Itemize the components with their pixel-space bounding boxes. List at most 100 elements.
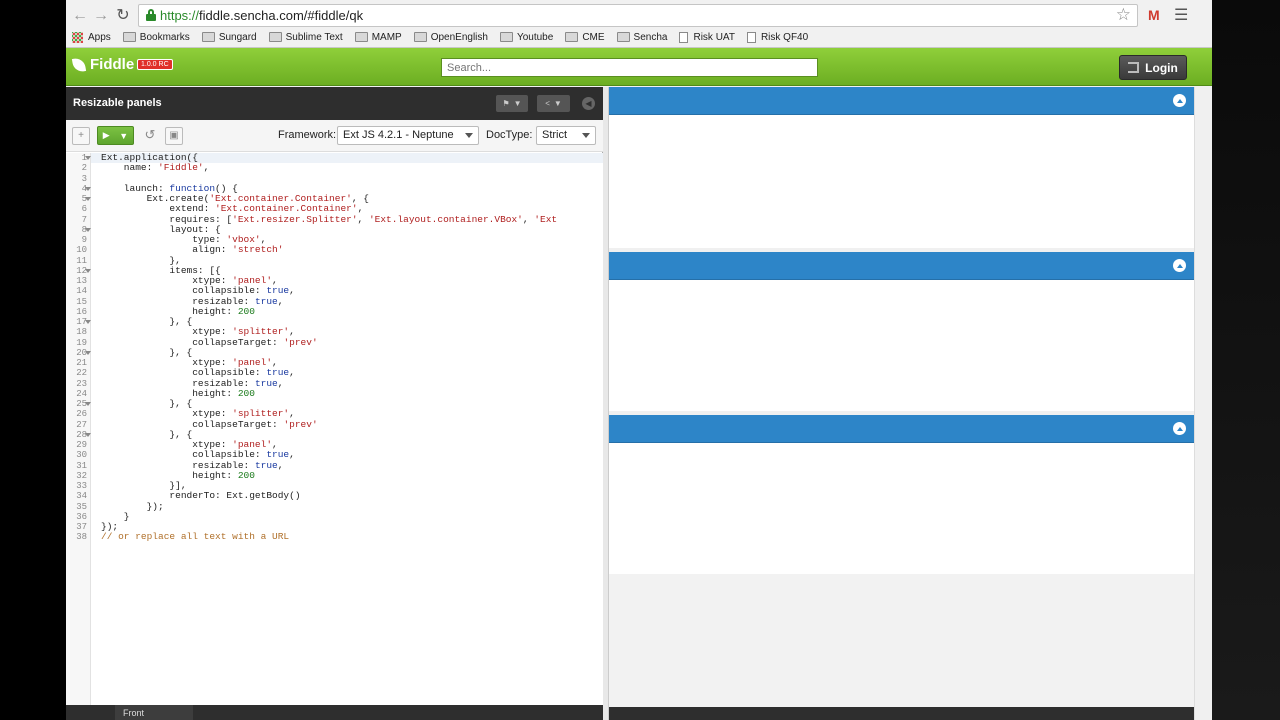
line-number: 31 — [76, 460, 87, 471]
code-line: collapsible: true, — [101, 285, 295, 297]
camera-icon[interactable]: ▣ — [165, 127, 183, 145]
chevron-down-icon — [582, 133, 590, 138]
line-number: 35 — [76, 501, 87, 512]
doctype-label: DocType: — [486, 129, 533, 141]
collapse-up-icon[interactable] — [1173, 259, 1186, 272]
code-editor[interactable]: 1 2 3 4 5 6 7 8 9 10 11 12 13 14 15 16 17 18 19 20 21 22 23 24 2… — [66, 153, 603, 705]
new-file-icon[interactable]: + — [72, 127, 90, 145]
preview-panel — [609, 252, 1194, 415]
line-number: 28 — [76, 429, 87, 440]
vertical-scrollbar[interactable] — [1194, 87, 1212, 720]
leaf-icon — [71, 56, 87, 73]
code-text[interactable]: Ext.application({ name: 'Fiddle', launch… — [101, 153, 557, 543]
flag-menu-button[interactable]: ⚑ ▼ — [496, 95, 528, 112]
line-number: 9 — [81, 235, 87, 245]
line-number: 11 — [76, 255, 87, 266]
bookmarks-bar: Apps Bookmarks Sungard Sublime Text MAMP Open… — [72, 29, 820, 45]
line-number: 30 — [76, 450, 87, 461]
preview-panel — [609, 415, 1194, 574]
fold-arrow-icon[interactable] — [85, 432, 91, 437]
fold-arrow-icon[interactable] — [85, 402, 91, 406]
line-number: 22 — [76, 368, 87, 379]
chevron-down-icon: ▼ — [119, 130, 129, 141]
menu-icon[interactable]: ☰ — [1174, 5, 1188, 25]
line-number: 10 — [76, 245, 87, 256]
doctype-select[interactable]: Strict — [536, 126, 596, 145]
editor-title-bar: Resizable panels ⚑ ▼ < ▼ ◀ — [66, 87, 603, 120]
bookmark-item[interactable]: Youtube — [499, 32, 553, 43]
back-arrow-icon[interactable]: ← — [70, 6, 90, 26]
code-line: xtype: 'splitter', — [101, 408, 295, 420]
collapse-icon[interactable]: ◀ — [582, 97, 595, 110]
code-line: name: 'Fiddle', — [101, 162, 210, 174]
desktop-background — [1212, 0, 1280, 720]
fold-arrow-icon[interactable] — [85, 320, 91, 324]
fold-arrow-icon[interactable] — [85, 186, 91, 191]
bookmark-label: Sublime Text — [285, 31, 343, 43]
share-icon: < — [545, 99, 550, 108]
line-number: 13 — [76, 276, 87, 286]
share-menu-button[interactable]: < ▼ — [537, 95, 570, 112]
bookmark-item[interactable]: Sungard — [201, 32, 257, 43]
framework-select[interactable]: Ext JS 4.2.1 - Neptune — [337, 126, 479, 145]
line-number: 1 — [81, 153, 87, 163]
code-line: collapsible: true, — [101, 367, 295, 379]
fiddle-logo[interactable]: Fiddle — [71, 56, 134, 73]
gmail-icon[interactable]: M — [1148, 7, 1160, 23]
bookmark-label: OpenEnglish — [430, 31, 488, 43]
flag-icon: ⚑ — [502, 99, 510, 108]
line-number: 2 — [81, 163, 87, 174]
collapse-up-icon[interactable] — [1173, 94, 1186, 107]
bookmark-item[interactable]: OpenEnglish — [413, 31, 488, 43]
line-number: 14 — [76, 286, 87, 297]
fold-arrow-icon[interactable] — [85, 197, 91, 201]
fold-arrow-icon[interactable] — [85, 227, 91, 232]
bookmark-item[interactable]: Risk QF40 — [746, 31, 808, 43]
tab-front[interactable]: Front — [115, 705, 193, 720]
fold-arrow-icon[interactable] — [85, 268, 91, 273]
line-number: 20 — [76, 347, 87, 358]
lock-icon — [146, 9, 156, 21]
line-number: 37 — [76, 522, 87, 532]
fiddle-header: Fiddle 1.0.0 RC Login — [66, 48, 1212, 86]
editor-panel: Resizable panels ⚑ ▼ < ▼ ◀ + ▶ ▼ ↺ ▣ Framew… — [66, 87, 603, 720]
line-number: 18 — [76, 327, 87, 338]
bookmark-label: Bookmarks — [139, 31, 190, 43]
address-bar[interactable]: https://fiddle.sencha.com/#fiddle/qk ☆ — [138, 4, 1138, 27]
collapse-up-icon[interactable] — [1173, 422, 1186, 435]
bookmark-label: Risk UAT — [693, 31, 735, 43]
bookmark-item[interactable]: Sublime Text — [268, 31, 343, 43]
fold-arrow-icon[interactable] — [85, 350, 91, 355]
folder-icon — [616, 32, 630, 42]
login-button[interactable]: Login — [1119, 55, 1187, 80]
bookmark-item[interactable]: CME — [565, 32, 605, 43]
bookmark-item[interactable]: MAMP — [354, 31, 402, 43]
folder-icon — [413, 32, 427, 42]
bookmark-star-icon[interactable]: ☆ — [1116, 5, 1131, 25]
editor-toolbar: + ▶ ▼ ↺ ▣ Framework: Ext JS 4.2.1 - Neptu… — [66, 120, 603, 152]
history-icon[interactable]: ↺ — [141, 127, 159, 145]
run-button[interactable]: ▶ ▼ — [97, 126, 134, 145]
bookmark-item[interactable]: Bookmarks — [122, 31, 190, 43]
search-input[interactable] — [441, 58, 818, 77]
line-number: 29 — [76, 440, 87, 450]
bookmark-label: MAMP — [371, 31, 402, 43]
folder-icon — [201, 32, 215, 42]
bookmark-item[interactable]: Sencha — [616, 31, 668, 43]
line-number: 33 — [76, 481, 87, 491]
bookmark-item[interactable]: Apps — [72, 31, 111, 43]
preview-bottom-bar — [609, 707, 1194, 720]
line-number: 23 — [76, 378, 87, 389]
line-number: 15 — [76, 296, 87, 307]
bookmark-item[interactable]: Risk UAT — [679, 31, 735, 43]
line-number: 7 — [81, 214, 87, 225]
forward-arrow-icon[interactable]: → — [91, 6, 111, 26]
line-number: 38 — [76, 532, 87, 543]
preview-panel — [609, 87, 1194, 248]
reload-icon[interactable]: ↻ — [113, 6, 133, 26]
bookmark-label: Sencha — [633, 31, 668, 43]
line-number: 3 — [81, 173, 87, 184]
editor-bottom-bar: Front — [66, 705, 603, 720]
page-icon — [679, 31, 689, 43]
code-line: }); — [101, 500, 164, 512]
